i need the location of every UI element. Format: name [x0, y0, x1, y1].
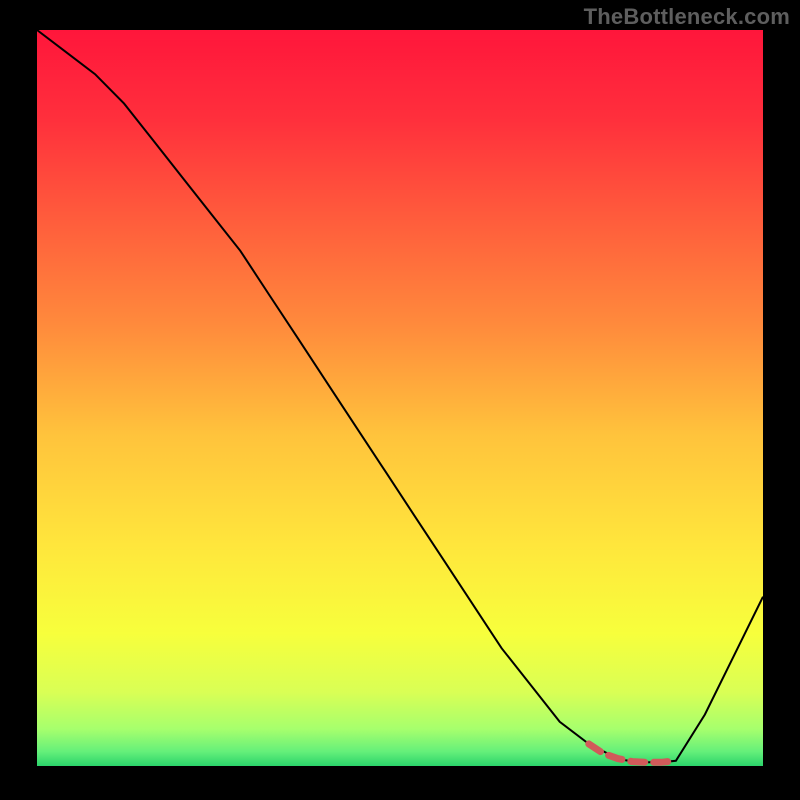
- plot-background: [37, 30, 763, 766]
- watermark-text: TheBottleneck.com: [584, 4, 790, 30]
- bottleneck-chart: [0, 0, 800, 800]
